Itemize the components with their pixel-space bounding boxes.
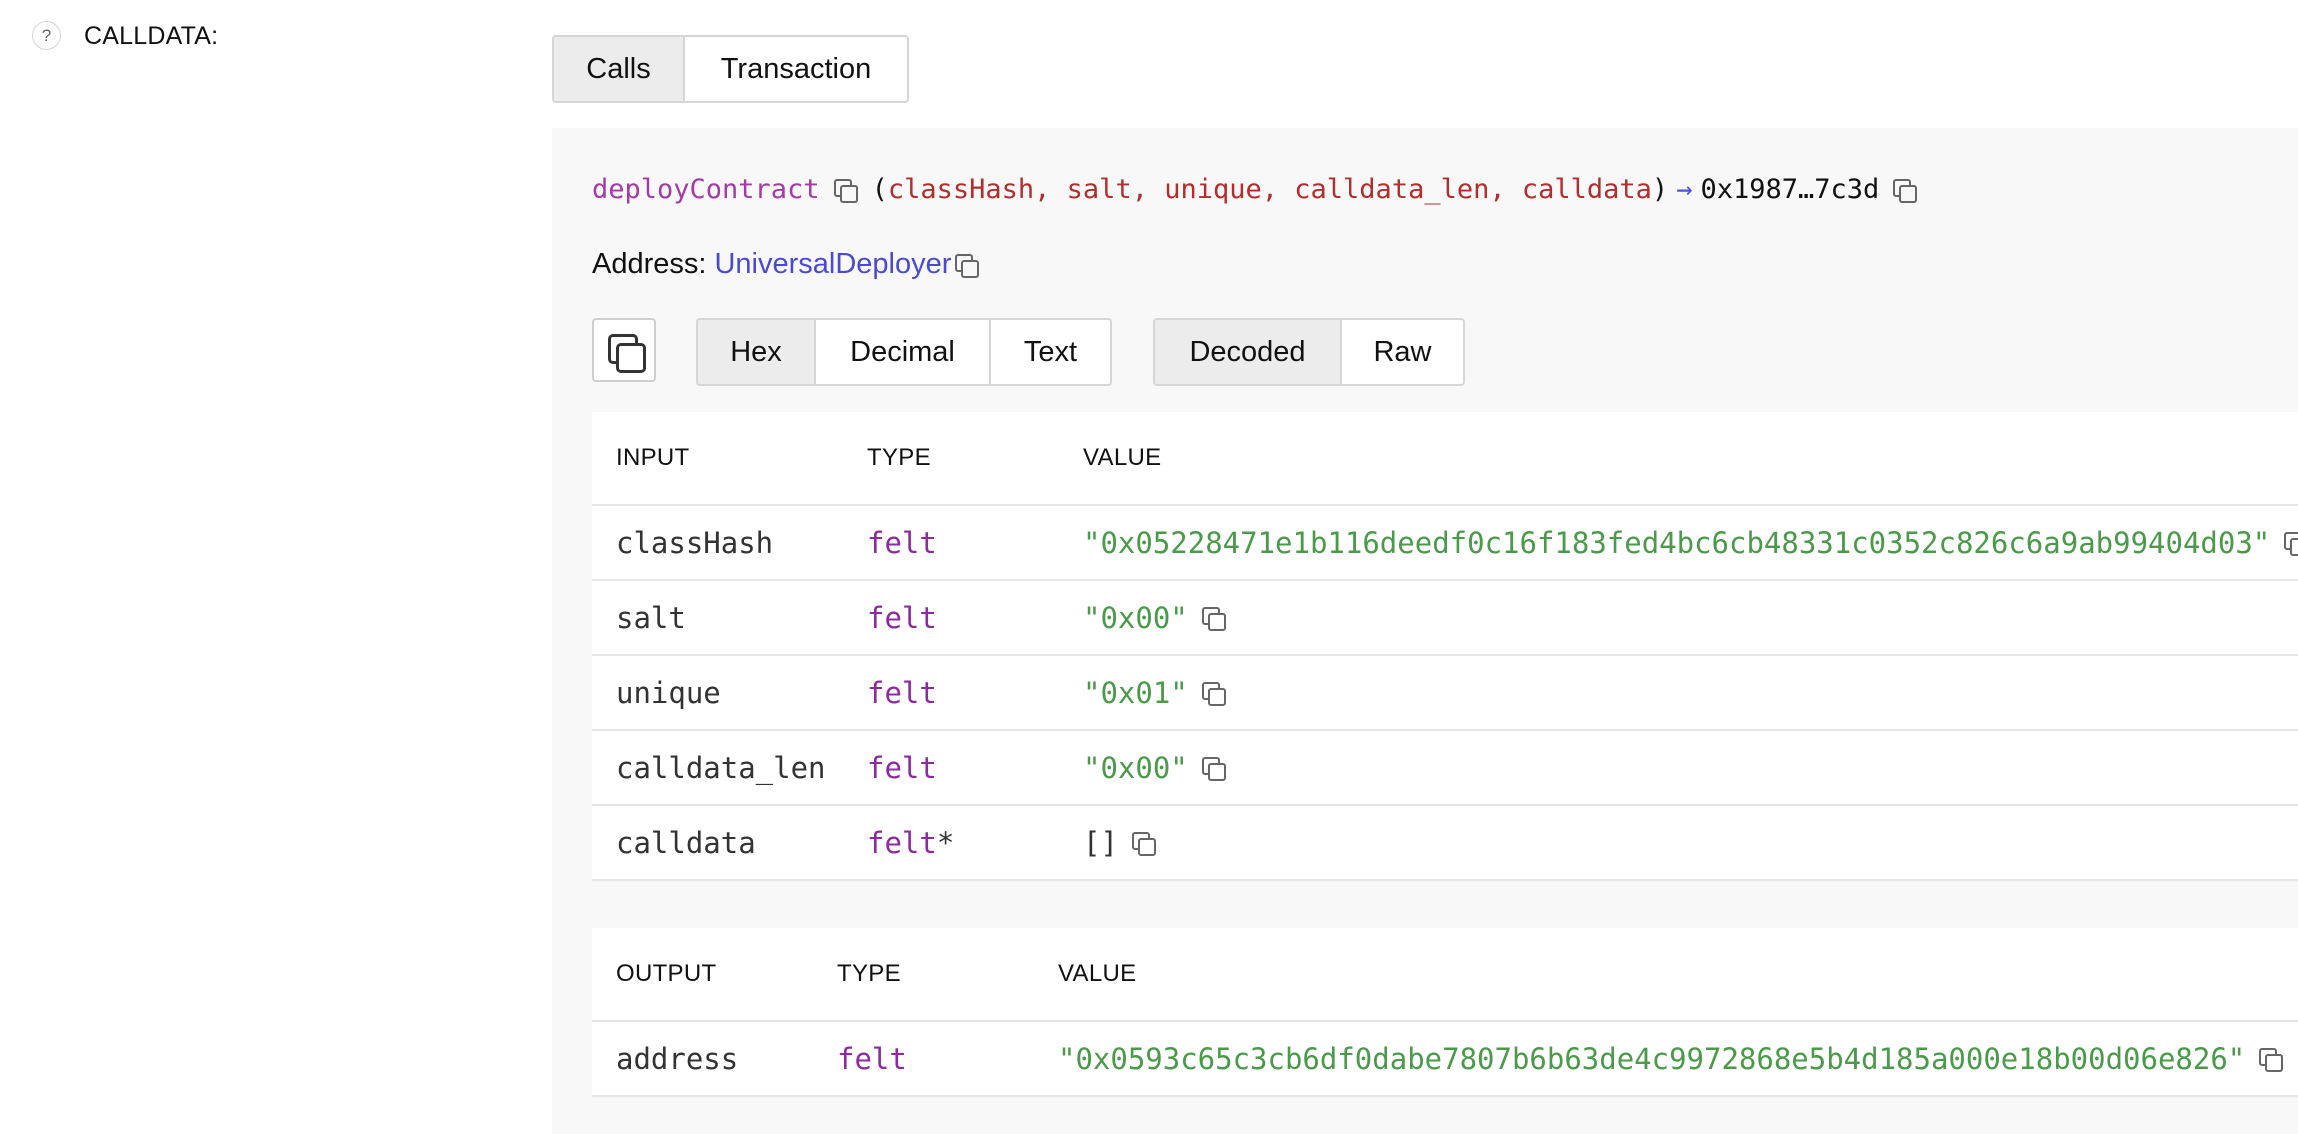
table-header: INPUT TYPE VALUE: [592, 412, 2298, 506]
header-value: VALUE: [1083, 444, 1162, 471]
header-output: OUTPUT: [616, 960, 717, 987]
inputs-table: INPUT TYPE VALUE classHash felt "0x05228…: [592, 412, 2298, 881]
paren-close: ): [1651, 174, 1669, 205]
help-icon[interactable]: ?: [32, 21, 61, 50]
table-row: classHash felt "0x05228471e1b116deedf0c1…: [592, 506, 2298, 581]
table-row: address felt "0x0593c65c3cb6df0dabe7807b…: [592, 1022, 2298, 1097]
copy-all-button[interactable]: [592, 318, 656, 382]
copy-icon: [616, 343, 646, 373]
param: unique,: [1164, 174, 1279, 205]
input-type: felt: [867, 526, 937, 560]
input-value-cell: "0x01": [1083, 676, 1226, 710]
calldata-label: CALLDATA:: [84, 22, 219, 50]
table-row: salt felt "0x00": [592, 581, 2298, 656]
input-type-cell: felt *: [867, 826, 954, 860]
table-header: OUTPUT TYPE VALUE: [592, 928, 2298, 1022]
input-name: calldata: [616, 826, 756, 860]
hex-button[interactable]: Hex: [698, 320, 816, 384]
arrow-icon: →: [1676, 174, 1693, 205]
table-row: calldata_len felt "0x00": [592, 731, 2298, 806]
table-row: unique felt "0x01": [592, 656, 2298, 731]
table-row: calldata felt * []: [592, 806, 2298, 881]
format-toggle: Hex Decimal Text: [696, 318, 1112, 386]
output-type: felt: [837, 1042, 907, 1076]
input-name: unique: [616, 676, 721, 710]
mode-toggle: Decoded Raw: [1153, 318, 1465, 386]
address-link[interactable]: UniversalDeployer: [714, 248, 951, 281]
input-value-cell: "0x05228471e1b116deedf0c16f183fed4bc6cb4…: [1083, 526, 2298, 560]
input-value: "0x01": [1083, 676, 1188, 710]
input-name: classHash: [616, 526, 774, 560]
function-name: deployContract: [592, 174, 820, 205]
decimal-button[interactable]: Decimal: [816, 320, 991, 384]
input-type: felt: [867, 751, 937, 785]
copy-icon[interactable]: [2284, 532, 2298, 556]
header-input: INPUT: [616, 444, 690, 471]
function-signature: deployContract ( classHash, salt, unique…: [592, 174, 1918, 205]
input-name: salt: [616, 601, 686, 635]
copy-icon[interactable]: [1201, 757, 1226, 781]
copy-icon[interactable]: [1201, 682, 1226, 706]
view-tabs: Calls Transaction: [552, 35, 909, 103]
input-value-cell: []: [1083, 826, 1156, 860]
input-value: "0x05228471e1b116deedf0c16f183fed4bc6cb4…: [1083, 526, 2271, 560]
paren-open: (: [871, 174, 888, 205]
copy-icon[interactable]: [1131, 832, 1156, 856]
copy-icon[interactable]: [955, 253, 980, 278]
header-value: VALUE: [1058, 960, 1137, 987]
output-value: "0x0593c65c3cb6df0dabe7807b6b63de4c99728…: [1058, 1042, 2246, 1076]
param: calldata: [1521, 174, 1652, 205]
input-value-cell: "0x00": [1083, 751, 1226, 785]
input-value-cell: "0x00": [1083, 601, 1226, 635]
raw-button[interactable]: Raw: [1342, 320, 1463, 384]
tab-transaction[interactable]: Transaction: [685, 37, 907, 101]
copy-icon[interactable]: [833, 178, 858, 203]
input-value: []: [1083, 826, 1118, 860]
header-type: TYPE: [867, 444, 931, 471]
param: classHash,: [887, 174, 1051, 205]
input-type: felt: [867, 676, 937, 710]
param: salt,: [1066, 174, 1148, 205]
copy-icon[interactable]: [2259, 1048, 2284, 1072]
pointer-star: *: [936, 826, 955, 860]
input-type: felt: [867, 826, 937, 860]
return-value: 0x1987…7c3d: [1700, 174, 1880, 205]
input-value: "0x00": [1083, 751, 1188, 785]
input-type: felt: [867, 601, 937, 635]
param: calldata_len,: [1294, 174, 1506, 205]
text-button[interactable]: Text: [991, 320, 1110, 384]
outputs-table: OUTPUT TYPE VALUE address felt "0x0593c6…: [592, 928, 2298, 1097]
header-type: TYPE: [837, 960, 901, 987]
tab-calls[interactable]: Calls: [554, 37, 685, 101]
output-name: address: [616, 1042, 739, 1076]
decoded-button[interactable]: Decoded: [1155, 320, 1342, 384]
output-value-cell: "0x0593c65c3cb6df0dabe7807b6b63de4c99728…: [1058, 1042, 2284, 1076]
address-label: Address:: [592, 248, 707, 280]
input-name: calldata_len: [616, 751, 826, 785]
contract-address: Address: UniversalDeployer: [592, 248, 980, 281]
copy-icon[interactable]: [1201, 607, 1226, 631]
page: ? CALLDATA: Calls Transaction deployCont…: [0, 0, 2298, 1134]
input-value: "0x00": [1083, 601, 1188, 635]
copy-icon[interactable]: [1893, 178, 1918, 203]
